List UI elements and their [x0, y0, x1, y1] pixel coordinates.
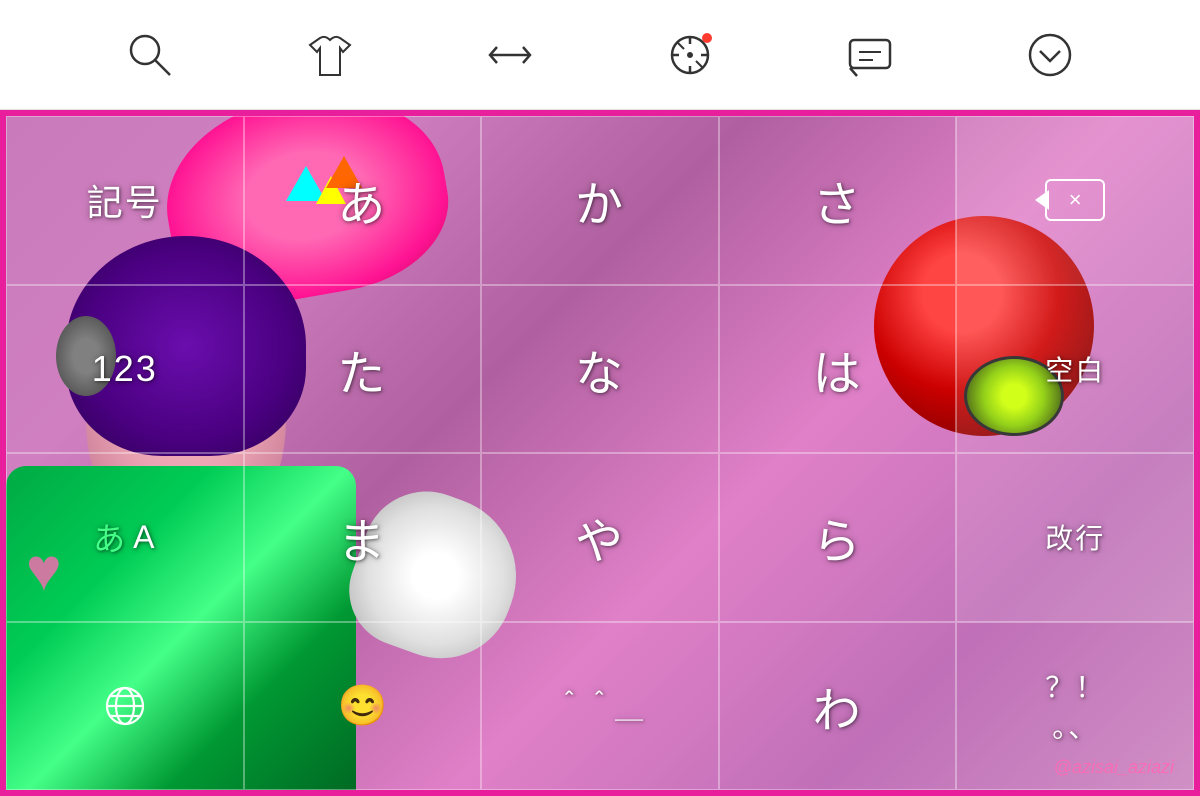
key-ya[interactable]: や [481, 453, 719, 622]
key-globe[interactable] [6, 622, 244, 791]
nav-explore-button[interactable] [660, 25, 720, 85]
nav-search-button[interactable] [120, 25, 180, 85]
keyboard-grid: 記号 あ か さ × 123 た な は 空白 [6, 116, 1194, 790]
keyboard-area: ♥ @azisai_aziazi 記号 あ か さ × 123 た な [0, 110, 1200, 796]
backspace-icon: × [1045, 179, 1105, 221]
key-ha[interactable]: は [719, 285, 957, 454]
nav-outfit-button[interactable] [300, 25, 360, 85]
key-123[interactable]: 123 [6, 285, 244, 454]
key-a[interactable]: あ [244, 116, 482, 285]
key-wa[interactable]: わ [719, 622, 957, 791]
nav-more-button[interactable] [1020, 25, 1080, 85]
key-ka[interactable]: か [481, 116, 719, 285]
nav-messages-button[interactable] [840, 25, 900, 85]
key-punctuation[interactable]: ？！ 。、 [956, 622, 1194, 791]
key-hat[interactable]: ＾＾＿ [481, 622, 719, 791]
top-navigation [0, 0, 1200, 110]
key-na[interactable]: な [481, 285, 719, 454]
key-emoji[interactable]: 😊 [244, 622, 482, 791]
nav-expand-button[interactable] [480, 25, 540, 85]
key-ta[interactable]: た [244, 285, 482, 454]
notification-badge [702, 33, 712, 43]
key-ma[interactable]: ま [244, 453, 482, 622]
key-space[interactable]: 空白 [956, 285, 1194, 454]
key-return[interactable]: 改行 [956, 453, 1194, 622]
key-backspace[interactable]: × [956, 116, 1194, 285]
key-ra[interactable]: ら [719, 453, 957, 622]
key-kigou[interactable]: 記号 [6, 116, 244, 285]
key-aa[interactable]: あ A [6, 453, 244, 622]
key-sa[interactable]: さ [719, 116, 957, 285]
